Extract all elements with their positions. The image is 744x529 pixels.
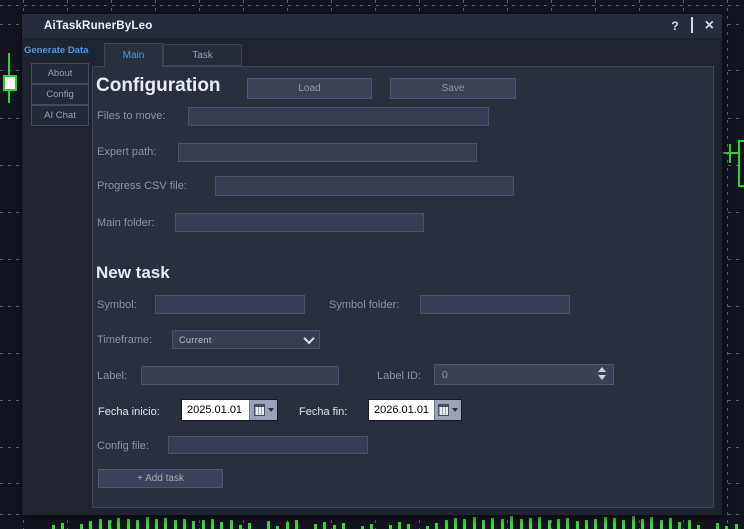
symbol-folder-label: Symbol folder: <box>329 299 399 311</box>
expert-path-label: Expert path: <box>97 146 156 158</box>
symbol-label: Symbol: <box>97 299 137 311</box>
sidebar-item-generate-data[interactable]: Generate Data <box>24 45 91 56</box>
label-label: Label: <box>97 370 127 382</box>
fecha-inicio-calendar-button[interactable] <box>249 400 277 420</box>
candlestick-body <box>3 75 17 91</box>
timeframe-select[interactable]: Current <box>172 330 320 349</box>
files-to-move-input[interactable] <box>188 107 489 126</box>
symbol-input[interactable] <box>155 295 305 314</box>
progress-csv-input[interactable] <box>215 176 514 196</box>
collapse-icon[interactable] <box>691 14 693 38</box>
stepper-up-icon[interactable] <box>598 367 606 372</box>
crosshair-icon-vertical <box>729 144 731 163</box>
fecha-inicio-value[interactable]: 2025.01.01 <box>182 400 249 420</box>
sidebar-item-about[interactable]: About <box>31 63 89 84</box>
main-folder-label: Main folder: <box>97 217 154 229</box>
candlestick-right-edge <box>738 140 744 187</box>
save-button[interactable]: Save <box>390 78 516 99</box>
fecha-fin-calendar-button[interactable] <box>434 400 461 420</box>
dropdown-arrow-icon <box>268 408 274 412</box>
progress-csv-label: Progress CSV file: <box>97 180 187 192</box>
config-file-label: Config file: <box>97 440 149 452</box>
window-title: AiTaskRunerByLeo <box>44 14 152 38</box>
stepper-down-icon[interactable] <box>598 375 606 380</box>
config-file-input[interactable] <box>168 436 368 454</box>
main-folder-input[interactable] <box>175 213 424 232</box>
symbol-folder-input[interactable] <box>420 295 570 314</box>
files-to-move-label: Files to move: <box>97 110 165 122</box>
fecha-inicio-datepicker[interactable]: 2025.01.01 <box>181 399 278 421</box>
fecha-inicio-label: Fecha inicio: <box>98 406 160 418</box>
chevron-down-icon <box>303 332 314 343</box>
app-window: AiTaskRunerByLeo ? × Generate Data About… <box>22 14 722 515</box>
fecha-fin-datepicker[interactable]: 2026.01.01 <box>368 399 462 421</box>
load-button[interactable]: Load <box>247 78 372 99</box>
dropdown-arrow-icon <box>452 408 458 412</box>
calendar-icon <box>438 404 449 416</box>
tab-task[interactable]: Task <box>163 44 242 66</box>
new-task-heading: New task <box>96 263 170 283</box>
fecha-fin-label: Fecha fin: <box>299 406 347 418</box>
configuration-heading: Configuration <box>96 75 221 97</box>
label-input[interactable] <box>141 366 339 385</box>
label-id-stepper[interactable]: 0 <box>434 364 614 385</box>
sidebar-item-ai-chat[interactable]: AI Chat <box>31 105 89 126</box>
titlebar: AiTaskRunerByLeo ? × <box>22 14 722 38</box>
expert-path-input[interactable] <box>178 143 477 162</box>
fecha-fin-value[interactable]: 2026.01.01 <box>369 400 434 420</box>
calendar-icon <box>254 404 265 416</box>
timeframe-value: Current <box>179 335 212 345</box>
help-icon[interactable]: ? <box>671 14 678 38</box>
sidebar-item-config[interactable]: Config <box>31 84 89 105</box>
add-task-button[interactable]: + Add task <box>98 469 223 488</box>
tab-main[interactable]: Main <box>104 43 163 67</box>
timeframe-label: Timeframe: <box>97 334 152 346</box>
close-icon[interactable]: × <box>705 14 714 38</box>
label-id-value: 0 <box>442 369 448 381</box>
label-id-label: Label ID: <box>377 370 421 382</box>
